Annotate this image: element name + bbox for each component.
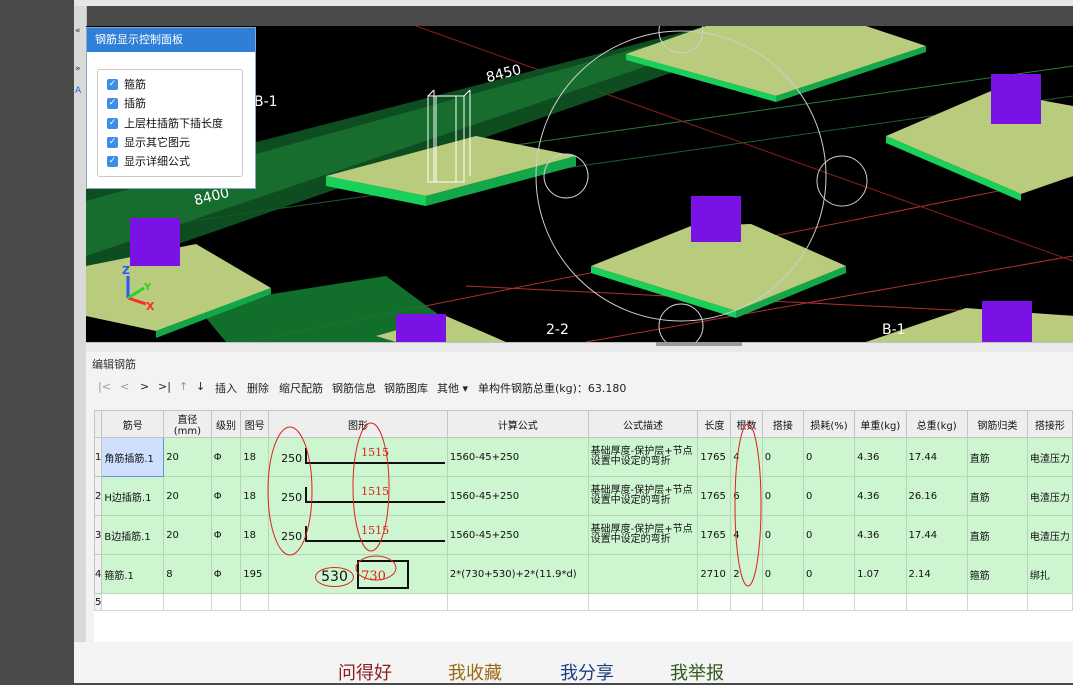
checkbox-checked-icon[interactable]: ✓ <box>107 155 118 167</box>
total-weight-label: 单构件钢筋总重(kg)：63.180 <box>478 382 627 395</box>
option-label: 上层柱插筋下插长度 <box>124 117 223 130</box>
rebar-table: 筋号 直径(mm) 级别 图号 图形 计算公式 公式描述 长度 根数 搭接 损耗… <box>94 410 1073 642</box>
axis-label: 2-2 <box>546 322 569 338</box>
scale-rebar-button[interactable]: 缩尺配筋 <box>279 380 323 396</box>
rebar-library-button[interactable]: 钢筋图库 <box>384 380 428 396</box>
checkbox-checked-icon[interactable]: ✓ <box>107 117 118 129</box>
insert-button[interactable]: 插入 <box>215 380 237 396</box>
column <box>130 218 180 266</box>
checkbox-checked-icon[interactable]: ✓ <box>107 136 118 148</box>
favorite-link[interactable]: 我收藏 <box>448 659 502 685</box>
rebar-info-button[interactable]: 钢筋信息 <box>332 380 376 396</box>
option-label: 插筋 <box>124 97 146 110</box>
dock-glyph[interactable]: A <box>75 86 81 96</box>
option-label: 显示详细公式 <box>124 155 190 168</box>
top-strip <box>74 0 1073 6</box>
panel-title[interactable]: 钢筋显示控制面板 <box>87 28 255 52</box>
first-button[interactable]: |< <box>98 380 111 393</box>
axis-label: B-1 <box>882 322 906 338</box>
axis-z-label: Z <box>122 264 130 277</box>
option-label: 显示其它图元 <box>124 136 190 149</box>
delete-button[interactable]: 删除 <box>247 380 269 396</box>
axis-x-label: X <box>146 300 155 313</box>
share-link[interactable]: 我分享 <box>560 659 614 685</box>
option-show-formula[interactable]: ✓ 显示详细公式 <box>107 154 190 170</box>
other-menu-button[interactable]: 其他 ▾ <box>437 380 468 396</box>
dock-glyph[interactable]: » <box>75 64 81 74</box>
prev-button[interactable]: < <box>120 380 129 393</box>
editor-title: 编辑钢筋 <box>92 358 136 371</box>
dock-glyph[interactable]: « <box>75 26 81 36</box>
option-upper-dowel-length[interactable]: ✓ 上层柱插筋下插长度 <box>107 116 223 132</box>
column <box>691 196 741 242</box>
move-down-button[interactable]: ↓ <box>196 380 205 393</box>
question-good-link[interactable]: 问得好 <box>338 659 392 685</box>
report-link[interactable]: 我举报 <box>670 659 724 685</box>
rebar-display-control-panel: 钢筋显示控制面板 ✓ 箍筋 ✓ 插筋 ✓ 上层柱插筋下插长度 ✓ 显示其它图元 ✓ 显示详… <box>86 27 256 189</box>
option-label: 箍筋 <box>124 78 146 91</box>
checkbox-checked-icon[interactable]: ✓ <box>107 78 118 90</box>
move-up-button[interactable]: ↑ <box>179 380 188 393</box>
checkbox-checked-icon[interactable]: ✓ <box>107 97 118 109</box>
last-button[interactable]: >| <box>158 380 171 393</box>
column <box>991 74 1041 124</box>
annotation-overlay <box>267 422 762 587</box>
option-show-other[interactable]: ✓ 显示其它图元 <box>107 135 190 151</box>
option-dowel[interactable]: ✓ 插筋 <box>107 96 146 112</box>
axis-y-label: Y <box>144 282 152 293</box>
splitter-handle[interactable] <box>656 342 742 346</box>
next-button[interactable]: > <box>140 380 149 393</box>
axis-label: B-1 <box>254 94 278 110</box>
option-stirrup[interactable]: ✓ 箍筋 <box>107 77 146 93</box>
